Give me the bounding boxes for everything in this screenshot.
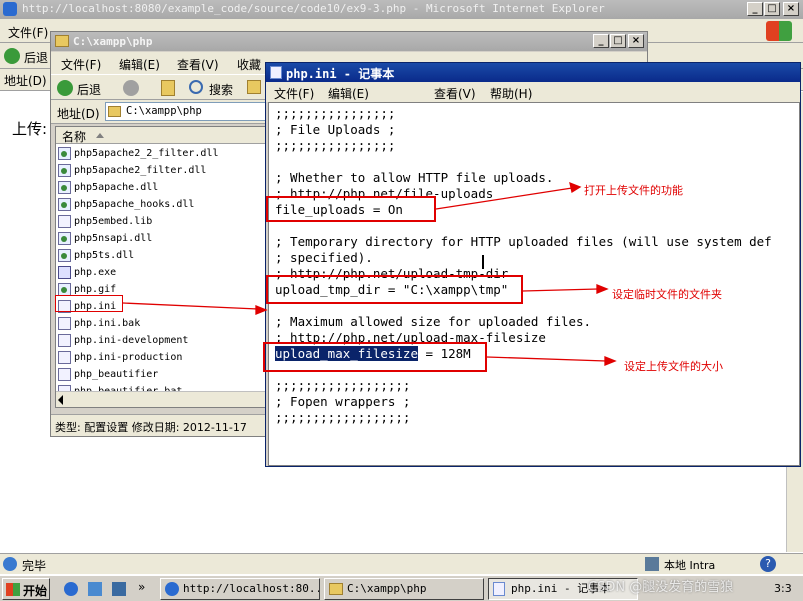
arrow-file-uploads (435, 187, 573, 210)
arrow-upload-tmp-dir (522, 288, 599, 292)
start-button[interactable]: 开始 (2, 578, 50, 600)
taskbar-explorer-button[interactable]: C:\xampp\php (324, 578, 484, 600)
annotation-file-uploads: 打开上传文件的功能 (584, 184, 683, 197)
start-label: 开始 (23, 584, 48, 598)
taskbar-ie-icon (165, 582, 179, 596)
csdn-watermark: CSDN @腿没发育的雪狼 (588, 580, 734, 595)
quicklaunch-more-icon[interactable]: » (138, 580, 145, 594)
taskbar-notepad-icon (493, 582, 505, 596)
arrow-upload-max (486, 356, 607, 362)
taskbar-ie-button[interactable]: http://localhost:80... (160, 578, 320, 600)
taskbar-folder-icon (329, 583, 343, 595)
arrowhead-file-uploads (569, 181, 582, 194)
tray-clock[interactable]: 3:3 (774, 582, 792, 595)
taskbar: 开始 » http://localhost:80... C:\xampp\php… (0, 575, 803, 601)
arrowhead-php-ini (255, 305, 268, 315)
taskbar-ie-label: http://localhost:80... (183, 582, 320, 595)
quicklaunch-ie-icon[interactable] (64, 582, 78, 596)
annotation-upload-tmp-dir: 设定临时文件的文件夹 (612, 288, 722, 301)
taskbar-explorer-label: C:\xampp\php (347, 582, 427, 595)
quicklaunch-desktop-icon[interactable] (88, 582, 102, 596)
annotation-upload-max-filesize: 设定上传文件的大小 (624, 360, 723, 373)
start-windows-icon (6, 583, 20, 596)
arrow-php-ini (122, 302, 259, 310)
arrowhead-upload-tmp-dir (596, 284, 609, 294)
quicklaunch-media-icon[interactable] (112, 582, 126, 596)
arrowhead-upload-max (604, 356, 617, 366)
